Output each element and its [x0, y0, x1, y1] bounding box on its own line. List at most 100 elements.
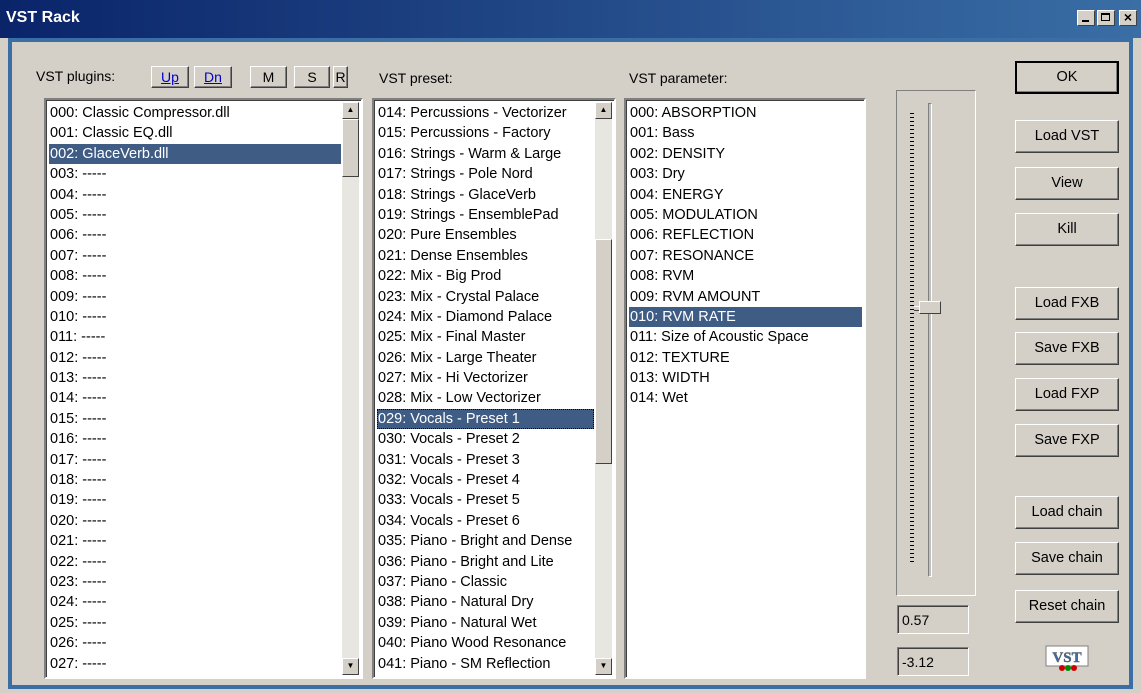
list-item[interactable]: 026: -----: [49, 633, 341, 653]
list-item[interactable]: 014: Percussions - Vectorizer: [377, 103, 594, 123]
list-item[interactable]: 025: Mix - Final Master: [377, 327, 594, 347]
save-chain-button[interactable]: Save chain: [1015, 542, 1119, 575]
list-item[interactable]: 024: -----: [49, 592, 341, 612]
list-item[interactable]: 036: Piano - Bright and Lite: [377, 552, 594, 572]
list-item[interactable]: 029: Vocals - Preset 1: [377, 408, 594, 430]
parameter-value-field[interactable]: 0.57: [897, 605, 969, 634]
list-item[interactable]: 004: ENERGY: [629, 185, 862, 205]
list-item[interactable]: 038: Piano - Natural Dry: [377, 592, 594, 612]
parameter-slider-track[interactable]: [928, 103, 932, 577]
list-item[interactable]: 016: Strings - Warm & Large: [377, 144, 594, 164]
list-item[interactable]: 006: REFLECTION: [629, 225, 862, 245]
save-fxb-button[interactable]: Save FXB: [1015, 332, 1119, 365]
list-item[interactable]: 002: GlaceVerb.dll: [49, 143, 341, 165]
reset-chain-button[interactable]: Reset chain: [1015, 590, 1119, 623]
list-item[interactable]: 040: Piano Wood Resonance: [377, 633, 594, 653]
list-item[interactable]: 009: RVM AMOUNT: [629, 287, 862, 307]
preset-list-scrollbar[interactable]: ▲ ▼: [595, 102, 612, 675]
list-item[interactable]: 016: -----: [49, 429, 341, 449]
list-item[interactable]: 000: ABSORPTION: [629, 103, 862, 123]
list-item[interactable]: 013: WIDTH: [629, 368, 862, 388]
plugin-down-button[interactable]: Dn: [194, 66, 232, 88]
list-item[interactable]: 021: -----: [49, 531, 341, 551]
list-item[interactable]: 017: -----: [49, 450, 341, 470]
list-item[interactable]: 015: Percussions - Factory: [377, 123, 594, 143]
scroll-thumb[interactable]: [342, 119, 359, 177]
list-item[interactable]: 031: Vocals - Preset 3: [377, 450, 594, 470]
list-item[interactable]: 027: Mix - Hi Vectorizer: [377, 368, 594, 388]
list-item[interactable]: 025: -----: [49, 613, 341, 633]
list-item[interactable]: 006: -----: [49, 225, 341, 245]
list-item[interactable]: 003: -----: [49, 164, 341, 184]
plugin-r-button[interactable]: R: [333, 66, 348, 88]
list-item[interactable]: 002: DENSITY: [629, 144, 862, 164]
list-item[interactable]: 013: -----: [49, 368, 341, 388]
list-item[interactable]: 014: Wet: [629, 388, 862, 408]
scroll-down-arrow-icon[interactable]: ▼: [342, 658, 359, 675]
list-item[interactable]: 039: Piano - Natural Wet: [377, 613, 594, 633]
kill-button[interactable]: Kill: [1015, 213, 1119, 246]
list-item[interactable]: 033: Vocals - Preset 5: [377, 490, 594, 510]
scroll-down-arrow-icon[interactable]: ▼: [595, 658, 612, 675]
secondary-value-field[interactable]: -3.12: [897, 647, 969, 676]
list-item[interactable]: 007: RESONANCE: [629, 246, 862, 266]
list-item[interactable]: 020: -----: [49, 511, 341, 531]
list-item[interactable]: 011: -----: [49, 327, 341, 347]
list-item[interactable]: 023: -----: [49, 572, 341, 592]
scroll-up-arrow-icon[interactable]: ▲: [595, 102, 612, 119]
list-item[interactable]: 000: Classic Compressor.dll: [49, 103, 341, 123]
list-item[interactable]: 005: MODULATION: [629, 205, 862, 225]
minimize-button[interactable]: [1077, 10, 1095, 26]
list-item[interactable]: 035: Piano - Bright and Dense: [377, 531, 594, 551]
list-item[interactable]: 037: Piano - Classic: [377, 572, 594, 592]
list-item[interactable]: 015: -----: [49, 409, 341, 429]
view-button[interactable]: View: [1015, 167, 1119, 200]
plugin-up-button[interactable]: Up: [151, 66, 189, 88]
list-item[interactable]: 026: Mix - Large Theater: [377, 348, 594, 368]
plugin-list-scrollbar[interactable]: ▲ ▼: [342, 102, 359, 675]
list-item[interactable]: 003: Dry: [629, 164, 862, 184]
parameter-slider-thumb[interactable]: [914, 300, 941, 314]
list-item[interactable]: 023: Mix - Crystal Palace: [377, 287, 594, 307]
list-item[interactable]: 007: -----: [49, 246, 341, 266]
plugin-list[interactable]: 000: Classic Compressor.dll 001: Classic …: [44, 98, 363, 679]
maximize-button[interactable]: [1097, 10, 1115, 26]
scroll-up-arrow-icon[interactable]: ▲: [342, 102, 359, 119]
list-item[interactable]: 012: -----: [49, 348, 341, 368]
list-item[interactable]: 018: -----: [49, 470, 341, 490]
list-item[interactable]: 008: -----: [49, 266, 341, 286]
load-chain-button[interactable]: Load chain: [1015, 496, 1119, 529]
list-item[interactable]: 012: TEXTURE: [629, 348, 862, 368]
list-item[interactable]: 022: Mix - Big Prod: [377, 266, 594, 286]
list-item[interactable]: 021: Dense Ensembles: [377, 246, 594, 266]
list-item[interactable]: 024: Mix - Diamond Palace: [377, 307, 594, 327]
list-item[interactable]: 017: Strings - Pole Nord: [377, 164, 594, 184]
plugin-m-button[interactable]: M: [250, 66, 287, 88]
list-item[interactable]: 018: Strings - GlaceVerb: [377, 185, 594, 205]
list-item[interactable]: 030: Vocals - Preset 2: [377, 429, 594, 449]
load-vst-button[interactable]: Load VST: [1015, 120, 1119, 153]
list-item[interactable]: 028: Mix - Low Vectorizer: [377, 388, 594, 408]
list-item[interactable]: 011: Size of Acoustic Space: [629, 327, 862, 347]
list-item[interactable]: 020: Pure Ensembles: [377, 225, 594, 245]
save-fxp-button[interactable]: Save FXP: [1015, 424, 1119, 457]
list-item[interactable]: 027: -----: [49, 654, 341, 674]
load-fxb-button[interactable]: Load FXB: [1015, 287, 1119, 320]
list-item[interactable]: 034: Vocals - Preset 6: [377, 511, 594, 531]
list-item[interactable]: 022: -----: [49, 552, 341, 572]
list-item[interactable]: 010: RVM RATE: [629, 306, 862, 328]
list-item[interactable]: 001: Bass: [629, 123, 862, 143]
list-item[interactable]: 008: RVM: [629, 266, 862, 286]
list-item[interactable]: 032: Vocals - Preset 4: [377, 470, 594, 490]
list-item[interactable]: 010: -----: [49, 307, 341, 327]
list-item[interactable]: 004: -----: [49, 185, 341, 205]
close-button[interactable]: ×: [1119, 10, 1137, 26]
list-item[interactable]: 014: -----: [49, 388, 341, 408]
load-fxp-button[interactable]: Load FXP: [1015, 378, 1119, 411]
list-item[interactable]: 005: -----: [49, 205, 341, 225]
plugin-s-button[interactable]: S: [294, 66, 330, 88]
list-item[interactable]: 019: Strings - EnsemblePad: [377, 205, 594, 225]
list-item[interactable]: 019: -----: [49, 490, 341, 510]
list-item[interactable]: 009: -----: [49, 287, 341, 307]
scroll-thumb[interactable]: [595, 239, 612, 464]
